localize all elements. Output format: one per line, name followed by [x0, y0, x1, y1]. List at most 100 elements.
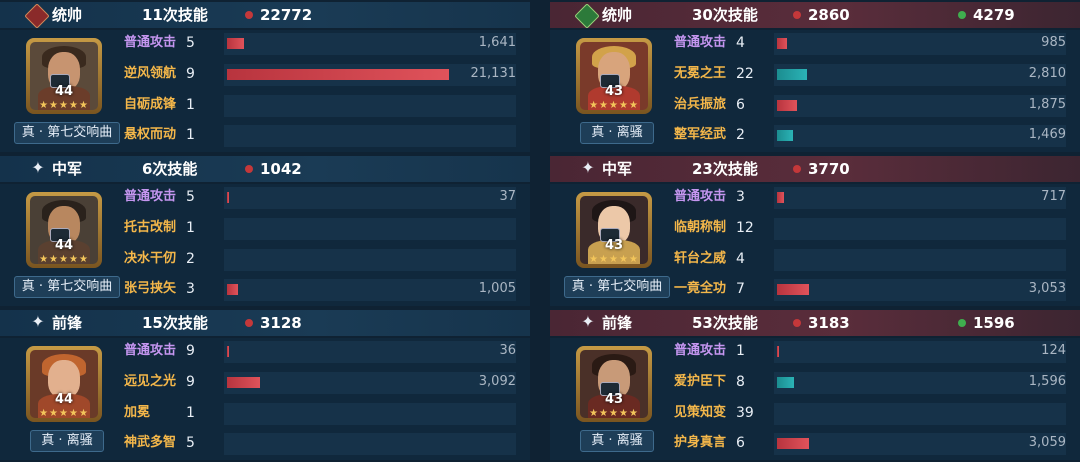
skill-use-count: 3 — [186, 281, 195, 297]
hero-panel-vanguard[interactable]: ✦ 前锋 15次技能 3128 44 ★★★★★ 真 · 离骚 普通攻击 9 36 远… — [0, 308, 530, 460]
damage-bar — [227, 346, 229, 357]
skill-bar-track — [224, 403, 516, 425]
skill-use-count: 1 — [736, 343, 745, 359]
skill-use-count: 9 — [186, 66, 195, 82]
hero-panel-vanguard[interactable]: ✦ 前锋 53次技能 3183 1596 43 ★★★★★ 真 · 离骚 普通攻… — [550, 308, 1080, 460]
damage-total: 1042 — [260, 160, 302, 178]
heal-bar — [777, 69, 807, 80]
skill-name: 轩台之威 — [674, 251, 727, 266]
skill-value: 21,131 — [470, 66, 517, 81]
damage-dot-icon — [245, 11, 253, 19]
skill-row: 整军经武 2 1,469 — [674, 122, 1066, 148]
skill-use-count: 9 — [186, 374, 195, 390]
role-label: 统帅 — [602, 6, 633, 24]
skill-bar-track — [224, 279, 516, 301]
damage-bar — [227, 377, 260, 388]
skill-name: 临朝称制 — [674, 220, 727, 235]
panel-header: ✦ 中军 6次技能 1042 — [0, 156, 530, 182]
heal-total: 1596 — [973, 314, 1015, 332]
damage-bar — [227, 284, 238, 295]
skill-row: 见策知变 39 — [674, 400, 1066, 426]
panel-header: ✦ 前锋 15次技能 3128 — [0, 310, 530, 336]
middle-rank-icon: ✦ — [31, 158, 45, 177]
role-label: 中军 — [602, 160, 633, 178]
skill-name: 无冕之王 — [674, 66, 727, 81]
panel-header: 统帅 30次技能 2860 4279 — [550, 2, 1080, 29]
skill-bar-track — [224, 249, 516, 271]
skill-row: 决水干仞 2 — [124, 246, 516, 272]
skill-cast-count: 23次技能 — [692, 160, 758, 178]
skill-row: 普通攻击 9 36 — [124, 338, 516, 364]
hero-skin-tag: 真 · 第七交响曲 — [14, 276, 120, 298]
hero-panel-middle[interactable]: ✦ 中军 23次技能 3770 43 ★★★★★ 真 · 第七交响曲 普通攻击 3… — [550, 154, 1080, 306]
damage-bar — [227, 69, 449, 80]
skill-name: 托古改制 — [124, 220, 177, 235]
skill-row: 普通攻击 5 37 — [124, 184, 516, 210]
skill-bar-track — [224, 187, 516, 209]
skill-name: 逆风领航 — [124, 66, 177, 81]
skill-bar-track — [224, 372, 516, 394]
hero-panel-commander[interactable]: 统帅 11次技能 22772 44 ★★★★★ 真 · 第七交响曲 普通攻击 5 1… — [0, 0, 530, 152]
skill-bar-track — [774, 279, 1066, 301]
skill-bar-track — [774, 33, 1066, 55]
skill-name: 普通攻击 — [674, 343, 727, 358]
damage-bar — [777, 284, 809, 295]
damage-total: 3128 — [260, 314, 302, 332]
skill-bar-track — [224, 33, 516, 55]
skill-use-count: 4 — [736, 35, 745, 51]
skill-bar-track — [224, 341, 516, 363]
skill-use-count: 39 — [736, 405, 754, 421]
skill-use-count: 8 — [736, 374, 745, 390]
skill-value: 37 — [499, 189, 516, 204]
hero-portrait[interactable]: 43 ★★★★★ — [576, 192, 652, 268]
ally-side: 统帅 11次技能 22772 44 ★★★★★ 真 · 第七交响曲 普通攻击 5 1… — [0, 0, 530, 462]
skill-use-count: 1 — [186, 97, 195, 113]
skill-row: 逆风领航 9 21,131 — [124, 61, 516, 87]
damage-dot-icon — [793, 11, 801, 19]
skill-use-count: 5 — [186, 189, 195, 205]
skill-value: 3,092 — [478, 374, 516, 389]
skill-value: 985 — [1041, 35, 1066, 50]
skill-row: 普通攻击 5 1,641 — [124, 30, 516, 56]
damage-bar — [777, 192, 784, 203]
panel-header: ✦ 前锋 53次技能 3183 1596 — [550, 310, 1080, 336]
hero-level: 44 — [54, 238, 74, 253]
skill-name: 决水干仞 — [124, 251, 177, 266]
damage-bar — [777, 100, 797, 111]
skill-value: 1,469 — [1028, 127, 1066, 142]
heal-bar — [777, 377, 794, 388]
heal-bar — [777, 130, 793, 141]
skill-name: 加冕 — [124, 405, 151, 420]
damage-dot-icon — [245, 319, 253, 327]
heal-total: 4279 — [973, 6, 1015, 24]
hero-level: 43 — [604, 392, 624, 407]
skill-bar-track — [774, 249, 1066, 271]
hero-portrait[interactable]: 43 ★★★★★ — [576, 38, 652, 114]
hero-panel-commander[interactable]: 统帅 30次技能 2860 4279 43 ★★★★★ 真 · 离骚 普通攻击 4… — [550, 0, 1080, 152]
enemy-side: 统帅 30次技能 2860 4279 43 ★★★★★ 真 · 离骚 普通攻击 4… — [550, 0, 1080, 462]
skill-cast-count: 15次技能 — [142, 314, 208, 332]
panel-header: ✦ 中军 23次技能 3770 — [550, 156, 1080, 182]
damage-total: 3770 — [808, 160, 850, 178]
hero-portrait[interactable]: 43 ★★★★★ — [576, 346, 652, 422]
skill-name: 神武多智 — [124, 435, 177, 450]
hero-panel-middle[interactable]: ✦ 中军 6次技能 1042 44 ★★★★★ 真 · 第七交响曲 普通攻击 5 3… — [0, 154, 530, 306]
hero-portrait[interactable]: 44 ★★★★★ — [26, 38, 102, 114]
skill-value: 1,875 — [1028, 97, 1066, 112]
skill-name: 治兵振旅 — [674, 97, 727, 112]
role-label: 前锋 — [52, 314, 83, 332]
damage-bar — [777, 38, 787, 49]
panel-header: 统帅 11次技能 22772 — [0, 2, 530, 29]
skill-bar-track — [224, 95, 516, 117]
damage-bar — [227, 38, 244, 49]
commander-rank-icon — [574, 3, 600, 29]
skill-use-count: 1 — [186, 405, 195, 421]
skill-row: 自砺成锋 1 — [124, 92, 516, 118]
star-rating: ★★★★★ — [589, 254, 639, 265]
skill-row: 远见之光 9 3,092 — [124, 369, 516, 395]
hero-skin-tag: 真 · 离骚 — [30, 430, 104, 452]
hero-portrait[interactable]: 44 ★★★★★ — [26, 346, 102, 422]
hero-portrait[interactable]: 44 ★★★★★ — [26, 192, 102, 268]
star-rating: ★★★★★ — [39, 254, 89, 265]
role-label: 中军 — [52, 160, 83, 178]
